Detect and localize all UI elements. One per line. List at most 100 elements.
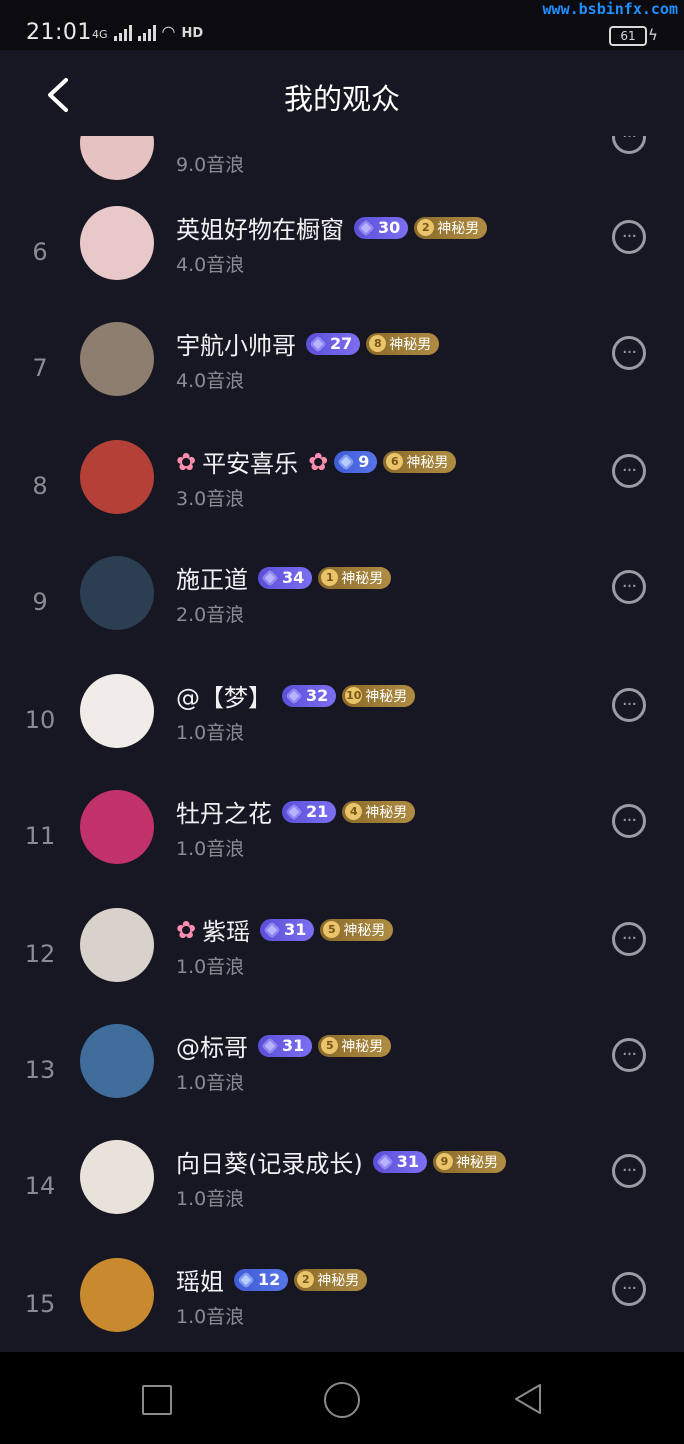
list-item[interactable]: 6 英姐好物在橱窗 30 2 神秘男 4.0音浪 ··· [0,196,684,313]
message-icon[interactable]: ··· [612,220,646,254]
message-icon[interactable]: ··· [612,1154,646,1188]
user-name[interactable]: 宇航小帅哥 [176,326,296,361]
level-badge: 31 [258,1034,313,1057]
user-name[interactable]: 向日葵(记录成长) [176,1144,363,1179]
audience-list[interactable]: 9.0音浪 ··· 6 英姐好物在橱窗 30 2 神秘男 4.0音浪 ··· 7… [0,0,684,1352]
fan-level-icon: 8 [369,335,387,352]
list-item[interactable]: 15 瑶姐 12 2 神秘男 1.0音浪 ··· [0,1248,684,1352]
list-item[interactable]: 11 牡丹之花 21 4 神秘男 1.0音浪 ··· [0,780,684,897]
amount: 4.0音浪 [176,254,245,276]
list-item[interactable]: 9 施正道 34 1 神秘男 2.0音浪 ··· [0,546,684,663]
fan-badge: 5 神秘男 [320,918,394,941]
fan-level-icon: 5 [323,921,341,938]
name-line: ✿ 紫瑶 31 5 神秘男 [176,912,394,947]
avatar[interactable] [80,1258,154,1332]
amount: 9.0音浪 [176,154,245,176]
rank-number: 10 [24,706,56,734]
list-item[interactable]: 10 @【梦】 32 10 神秘男 1.0音浪 ··· [0,664,684,781]
fan-badge-label: 神秘男 [437,220,480,237]
user-name[interactable]: 瑶姐 [176,1262,224,1297]
level-number: 27 [330,334,353,353]
message-icon[interactable]: ··· [612,688,646,722]
level-badge: 9 [334,450,378,473]
level-badge: 21 [282,800,337,823]
avatar[interactable] [80,440,154,514]
level-number: 31 [284,920,307,939]
fan-level-icon: 1 [321,569,339,586]
level-badge: 32 [282,684,337,707]
user-name[interactable]: @【梦】 [176,678,272,713]
amount: 1.0音浪 [176,838,245,860]
list-item[interactable]: 14 向日葵(记录成长) 31 9 神秘男 1.0音浪 ··· [0,1130,684,1247]
user-name[interactable]: 牡丹之花 [176,794,272,829]
amount: 3.0音浪 [176,488,245,510]
amount: 2.0音浪 [176,604,245,626]
user-name[interactable]: 施正道 [176,560,248,595]
avatar[interactable] [80,556,154,630]
amount: 1.0音浪 [176,956,245,978]
list-item[interactable]: 7 宇航小帅哥 27 8 神秘男 4.0音浪 ··· [0,312,684,429]
avatar[interactable] [80,322,154,396]
name-line: 宇航小帅哥 27 8 神秘男 [176,326,440,361]
recent-apps-button[interactable] [142,1385,172,1415]
gem-icon [376,1153,394,1170]
message-icon[interactable]: ··· [612,922,646,956]
system-nav-bar [0,1352,684,1444]
level-number: 31 [282,1036,305,1055]
fan-badge: 1 神秘男 [318,566,392,589]
message-icon[interactable]: ··· [612,570,646,604]
message-icon[interactable]: ··· [612,336,646,370]
list-item[interactable]: 13 @标哥 31 5 神秘男 1.0音浪 ··· [0,1014,684,1131]
gem-icon [285,803,303,820]
avatar[interactable] [80,206,154,280]
avatar[interactable] [80,1024,154,1098]
fan-level-icon: 5 [321,1037,339,1054]
amount: 4.0音浪 [176,370,245,392]
amount: 1.0音浪 [176,1072,245,1094]
rank-number: 8 [32,472,48,500]
avatar[interactable] [80,790,154,864]
fan-badge: 6 神秘男 [383,450,457,473]
user-name[interactable]: @标哥 [176,1028,248,1063]
fan-badge: 5 神秘男 [318,1034,392,1057]
page-title: 我的观众 [283,82,400,116]
rank-number: 12 [24,940,56,968]
list-item[interactable]: 8 ✿ 平安喜乐 ✿ 9 6 神秘男 3.0音浪 ··· [0,430,684,547]
message-icon[interactable]: ··· [612,1272,646,1306]
message-icon[interactable]: ··· [612,1038,646,1072]
user-name[interactable]: 紫瑶 [202,912,250,947]
message-icon[interactable]: ··· [612,454,646,488]
level-badge: 31 [260,918,315,941]
message-icon[interactable]: ··· [612,804,646,838]
level-number: 9 [358,452,370,471]
fan-badge: 4 神秘男 [342,800,416,823]
user-name[interactable]: 英姐好物在橱窗 [176,210,344,245]
rank-number: 13 [24,1056,56,1084]
fan-level-icon: 2 [297,1271,315,1288]
fan-badge-label: 神秘男 [341,570,384,587]
name-line: ✿ 平安喜乐 ✿ 9 6 神秘男 [176,444,457,479]
avatar[interactable] [80,1140,154,1214]
system-back-button[interactable] [512,1382,544,1416]
fan-badge-label: 神秘男 [365,804,408,821]
gem-icon [309,335,327,352]
gem-icon [337,453,355,470]
gem-icon [261,569,279,586]
fan-level-icon: 6 [386,453,404,470]
list-item[interactable]: 12 ✿ 紫瑶 31 5 神秘男 1.0音浪 ··· [0,898,684,1015]
home-button[interactable] [324,1382,360,1418]
flower-icon: ✿ [308,447,329,476]
level-badge: 30 [354,216,409,239]
avatar[interactable] [80,674,154,748]
user-name[interactable]: 平安喜乐 [202,444,298,479]
fan-badge-label: 神秘男 [406,454,449,471]
level-number: 34 [282,568,305,587]
fan-level-icon: 2 [417,219,435,236]
gem-icon [261,1037,279,1054]
fan-badge-label: 神秘男 [389,336,432,353]
flower-icon: ✿ [176,915,197,944]
rank-number: 6 [32,238,48,266]
gem-icon [285,687,303,704]
avatar[interactable] [80,908,154,982]
name-line: 牡丹之花 21 4 神秘男 [176,794,416,829]
